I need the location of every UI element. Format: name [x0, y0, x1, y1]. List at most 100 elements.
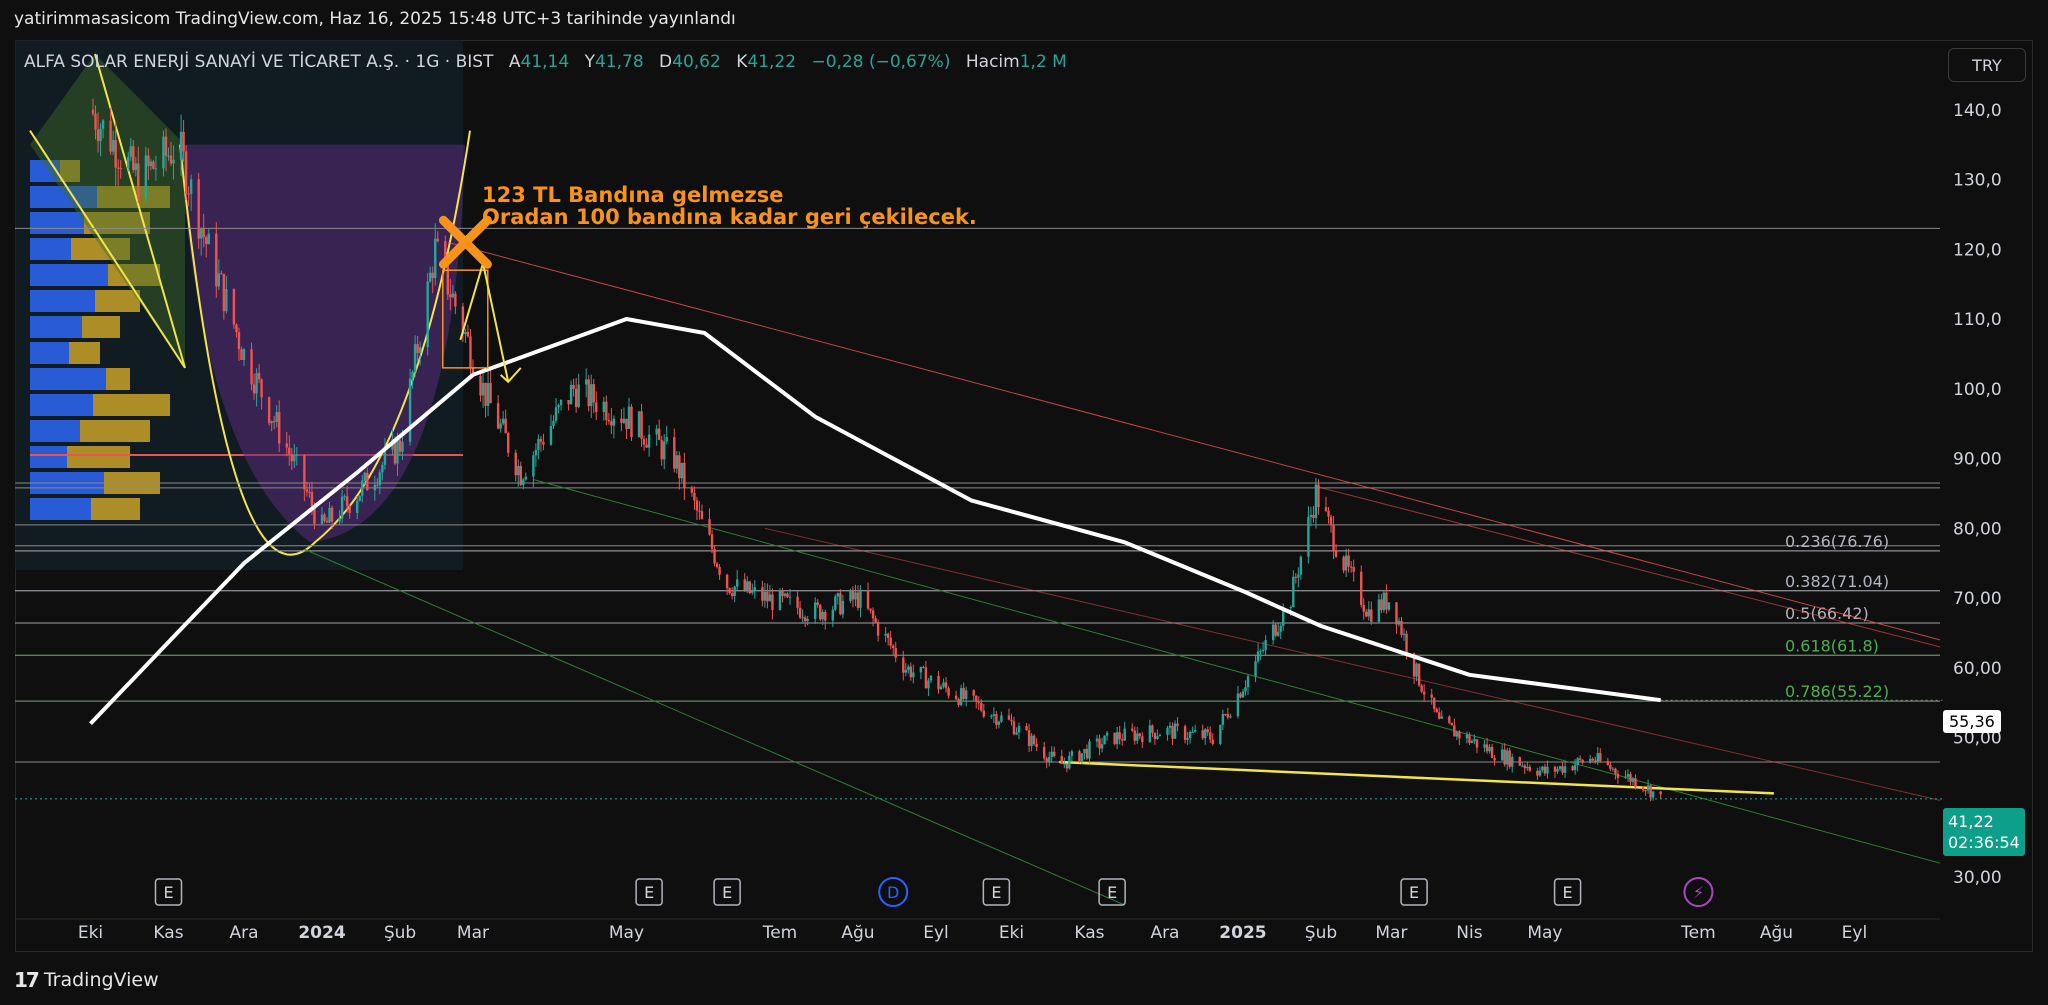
candle-body	[381, 464, 384, 473]
candle-body	[637, 411, 641, 438]
candle-body	[725, 574, 729, 589]
candle-body	[753, 587, 757, 591]
candle-body	[154, 168, 158, 170]
last-price: 41,22	[1948, 812, 1994, 831]
earnings-marker-label: E	[991, 883, 1001, 902]
y-tick-label: 70,00	[1953, 589, 2002, 609]
candle-body	[1256, 651, 1260, 662]
candle-body	[436, 238, 439, 242]
volume-profile-bar	[30, 342, 69, 364]
candle-body	[464, 331, 467, 335]
currency-button[interactable]: TRY	[1948, 48, 2026, 82]
candle-body	[1458, 731, 1461, 739]
candle-body	[222, 273, 226, 312]
y-tick-label: 60,00	[1953, 659, 2002, 679]
split-marker-icon: ⚡	[1693, 883, 1704, 902]
earnings-marker-label: E	[1563, 883, 1573, 902]
candle-body	[1397, 620, 1401, 625]
candle-body	[642, 438, 646, 445]
symbol-name: ALFA SOLAR ENERJİ SANAYİ VE TİCARET A.Ş.…	[24, 52, 494, 72]
candle-body	[1450, 722, 1454, 726]
volume-profile-bar	[106, 368, 130, 390]
candle-body	[1083, 748, 1086, 754]
x-tick-label: Ara	[229, 923, 258, 943]
support-channel-line	[533, 478, 1941, 864]
candle-body	[1415, 663, 1418, 677]
candle-body	[1324, 507, 1328, 511]
candle-body	[356, 500, 359, 514]
volume-profile-bar	[30, 446, 67, 468]
candle-body	[680, 462, 684, 479]
candle-body	[1611, 768, 1615, 770]
candle-body	[751, 590, 754, 593]
price-chart[interactable]: 140,0 130,0 120,0 110,0 100,0 90,00 80,00 70,00…	[0, 0, 2048, 1005]
candle-body	[1526, 766, 1529, 769]
candle-body	[257, 373, 261, 380]
candle-body	[220, 273, 223, 275]
x-tick-label: Şub	[1305, 923, 1337, 943]
candle-body	[1420, 685, 1423, 692]
candle-body	[215, 233, 218, 287]
candle-body	[1541, 766, 1544, 771]
candle-body	[763, 591, 767, 601]
candle-body	[197, 179, 200, 239]
candle-body	[557, 405, 560, 408]
candle-body	[320, 514, 324, 524]
candle-body	[348, 505, 351, 514]
y-tick-label: 140,0	[1953, 101, 2002, 121]
candle-body	[866, 591, 870, 609]
candle-body	[585, 379, 588, 385]
candle-body	[1211, 739, 1214, 744]
candle-body	[1171, 725, 1174, 739]
candle-body	[869, 608, 872, 611]
x-tick-label: Tem	[1680, 923, 1716, 943]
symbol-legend: ALFA SOLAR ENERJİ SANAYİ VE TİCARET A.Ş.…	[24, 52, 1067, 72]
candle-body	[922, 666, 925, 668]
candle-body	[1317, 484, 1320, 508]
candle-body	[1239, 693, 1242, 698]
earnings-marker-label: E	[1409, 883, 1419, 902]
candle-body	[1151, 725, 1154, 733]
candle-body	[328, 507, 331, 523]
candle-body	[428, 272, 432, 282]
candle-body	[1188, 731, 1192, 739]
candle-body	[240, 349, 243, 360]
candle-body	[695, 500, 699, 511]
candle-body	[1589, 758, 1592, 763]
candle-body	[1360, 571, 1363, 605]
x-tick-label: May	[1527, 923, 1562, 943]
candle-body	[592, 384, 595, 403]
x-tick-label: Eyl	[1842, 923, 1868, 943]
tradingview-logo[interactable]: 17 TradingView	[14, 968, 159, 992]
candle-body	[275, 412, 278, 423]
high-value: 41,78	[594, 52, 644, 72]
candle-body	[250, 349, 253, 385]
earnings-marker-label: E	[722, 883, 732, 902]
candle-body	[1085, 748, 1089, 759]
candle-body	[595, 402, 598, 413]
x-tick-label: Kas	[1074, 923, 1104, 943]
candle-body	[954, 695, 958, 700]
candle-body	[1349, 566, 1353, 568]
candle-body	[796, 596, 799, 608]
earnings-marker-label: E	[1107, 883, 1117, 902]
candle-body	[295, 455, 299, 457]
candle-body	[788, 596, 792, 598]
volume-value: 1,2 M	[1019, 52, 1067, 72]
candle-body	[119, 167, 122, 169]
open-value: 41,14	[520, 52, 570, 72]
candle-body	[366, 472, 369, 491]
candle-body	[1626, 774, 1630, 777]
candle-body	[894, 648, 897, 658]
candle-body	[1254, 661, 1257, 677]
candle-body	[1606, 761, 1610, 765]
candle-body	[434, 238, 437, 278]
candle-body	[1224, 714, 1227, 716]
candle-body	[1521, 765, 1524, 767]
candle-body	[834, 596, 837, 610]
volume-profile-bar	[30, 290, 95, 312]
candle-body	[1609, 764, 1612, 769]
low-value: 40,62	[672, 52, 721, 72]
candle-body	[184, 151, 188, 194]
candle-body	[1100, 744, 1104, 749]
